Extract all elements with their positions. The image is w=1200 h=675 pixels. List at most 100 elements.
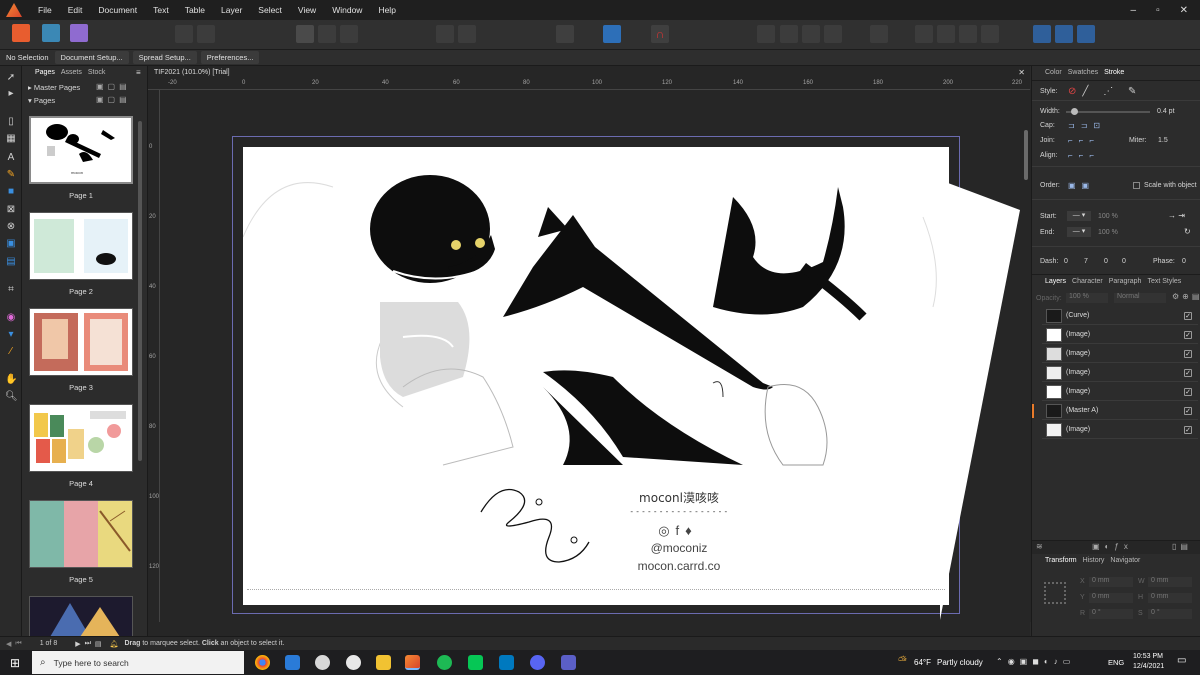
visibility-checkbox[interactable]: ✓	[1184, 425, 1192, 434]
tab-navigator[interactable]: Navigator	[1107, 557, 1143, 564]
end-arrowhead-dropdown[interactable]: — ▾	[1067, 227, 1091, 237]
page-spread[interactable]: moconl漠咳咳 - - - - - - - - - - - - - - - …	[242, 147, 949, 605]
miter-value[interactable]: 1.5	[1158, 137, 1168, 144]
frame-icon[interactable]	[603, 25, 621, 43]
weather-temp[interactable]: 64°F	[914, 658, 931, 667]
tab-swatches[interactable]: Swatches	[1065, 69, 1101, 76]
place-image-tool-icon[interactable]: ▣	[5, 238, 17, 250]
spread-icon[interactable]: ▤	[91, 640, 102, 648]
h-field[interactable]: 0 mm	[1148, 593, 1192, 603]
eyedropper-icon[interactable]: ⁄	[5, 346, 17, 358]
toolbar-button[interactable]	[981, 25, 999, 43]
prev-page-icon[interactable]: ◀	[0, 640, 11, 648]
toolbar-button[interactable]	[436, 25, 454, 43]
language-indicator[interactable]: ENG	[1108, 658, 1124, 667]
blend-mode-dropdown[interactable]: Normal	[1114, 293, 1166, 303]
dash-value[interactable]: 0	[1064, 258, 1068, 265]
tab-color[interactable]: Color	[1042, 69, 1065, 76]
toolbar-button[interactable]	[175, 25, 193, 43]
collapse-arrow-icon[interactable]: ▾	[28, 96, 32, 105]
order-icons[interactable]: ▣▣	[1068, 181, 1095, 190]
width-value[interactable]: 0.4 pt	[1157, 108, 1175, 115]
tab-history[interactable]: History	[1080, 557, 1108, 564]
master-pages-label[interactable]: Master Pages	[34, 83, 80, 92]
page-thumbnail[interactable]: mocon	[29, 116, 133, 184]
clock-date[interactable]: 12/4/2021	[1133, 663, 1164, 670]
page-icon[interactable]	[296, 25, 314, 43]
menu-table[interactable]: Table	[177, 5, 213, 15]
tab-transform[interactable]: Transform	[1042, 557, 1080, 564]
arrange-icon[interactable]	[1077, 25, 1095, 43]
visibility-checkbox[interactable]: ✓	[1184, 406, 1192, 415]
spotify-icon[interactable]	[437, 655, 452, 670]
crop-tool-icon[interactable]: ⌗	[5, 284, 17, 296]
frame-text-tool-icon[interactable]: ▯	[5, 116, 17, 128]
weather-desc[interactable]: Partly cloudy	[937, 658, 983, 667]
minimize-icon[interactable]: –	[1131, 5, 1137, 16]
page-thumbnail[interactable]	[29, 308, 133, 376]
vertical-ruler[interactable]: 0 20 40 60 80 100 120	[148, 90, 160, 622]
page-thumbnail[interactable]	[29, 404, 133, 472]
designer-persona-icon[interactable]	[70, 24, 88, 42]
last-page-icon[interactable]: ⏭	[81, 640, 91, 648]
photo-persona-icon[interactable]	[42, 24, 60, 42]
join-icons[interactable]: ⌐⌐⌐	[1068, 136, 1100, 145]
close-icon[interactable]: ✕	[1180, 5, 1188, 16]
menu-layer[interactable]: Layer	[213, 5, 250, 15]
width-slider-handle[interactable]	[1071, 108, 1078, 115]
visibility-checkbox[interactable]: ✓	[1184, 349, 1192, 358]
close-document-icon[interactable]: ✕	[1018, 68, 1025, 77]
arrange-icon[interactable]	[1055, 25, 1073, 43]
toolbar-button[interactable]	[340, 25, 358, 43]
trello-icon[interactable]	[499, 655, 514, 670]
transparency-tool-icon[interactable]: ▤	[5, 256, 17, 268]
zoom-tool-icon[interactable]: 🔍︎	[5, 391, 18, 403]
move-tool-icon[interactable]: ➚	[5, 72, 17, 84]
hand-tool-icon[interactable]: ✋	[5, 374, 17, 386]
notification-bell-icon[interactable]: 🔔︎	[102, 640, 119, 648]
page-thumbnail[interactable]	[29, 212, 133, 280]
toolbar-button[interactable]	[802, 25, 820, 43]
visibility-checkbox[interactable]: ✓	[1184, 311, 1192, 320]
weather-icon[interactable]: ⛅︎	[898, 655, 907, 668]
arrow-swap-icon[interactable]: → ⇥	[1168, 211, 1185, 220]
document-tab-title[interactable]: TIF2021 (101.0%) [Trial]	[148, 69, 230, 76]
document-canvas[interactable]: moconl漠咳咳 - - - - - - - - - - - - - - - …	[160, 90, 1022, 622]
rotation-field[interactable]: 0 °	[1089, 609, 1133, 619]
layer-row[interactable]: (Image) ✓	[1042, 421, 1198, 439]
pen-tool-icon[interactable]: ✎	[5, 169, 17, 181]
shear-field[interactable]: 0 °	[1148, 609, 1192, 619]
vertical-scrollbar-track[interactable]	[1022, 90, 1031, 622]
system-tray-icons[interactable]: ⌃◉▣◼◐♪▭	[996, 657, 1075, 666]
end-scale[interactable]: 100 %	[1098, 229, 1118, 236]
phase-value[interactable]: 0	[1182, 258, 1186, 265]
toolbar-button[interactable]	[757, 25, 775, 43]
layer-row[interactable]: (Image) ✓	[1042, 364, 1198, 382]
layer-name[interactable]: (Curve)	[1066, 312, 1184, 319]
expand-arrow-icon[interactable]: ▸	[28, 83, 32, 92]
layer-name[interactable]: (Image)	[1066, 350, 1184, 357]
layer-name[interactable]: (Image)	[1066, 369, 1184, 376]
scale-with-object-checkbox[interactable]	[1133, 182, 1140, 189]
add-delete-layer-icons[interactable]: ▯▤	[1172, 542, 1192, 551]
layer-row[interactable]: (Image) ✓	[1042, 383, 1198, 401]
page-actions-icons[interactable]: ▣▢▤	[96, 95, 131, 104]
tab-assets[interactable]: Assets	[58, 69, 85, 76]
page-indicator[interactable]: 1 of 8	[22, 640, 58, 647]
panel-menu-icon[interactable]: ≡	[136, 68, 141, 77]
visibility-checkbox[interactable]: ✓	[1184, 368, 1192, 377]
pages-scrollbar[interactable]	[138, 121, 142, 461]
app-icon[interactable]	[315, 655, 330, 670]
toolbar-button[interactable]	[937, 25, 955, 43]
affinity-publisher-taskbar-icon[interactable]	[405, 655, 420, 670]
visibility-checkbox[interactable]: ✓	[1184, 387, 1192, 396]
ellipse-frame-tool-icon[interactable]: ⊗	[5, 221, 17, 233]
tab-layers[interactable]: Layers	[1042, 278, 1069, 285]
cap-icons[interactable]: ⊐⊐⊡	[1068, 121, 1106, 130]
stroke-style-icons[interactable]: ⊘╱ ⋰ ✎	[1068, 86, 1142, 97]
spread-setup-button[interactable]: Spread Setup...	[132, 51, 197, 64]
page-actions-icons[interactable]: ▣▢▤	[96, 82, 131, 91]
align-icons[interactable]: ⌐⌐⌐	[1068, 151, 1100, 160]
tab-text-styles[interactable]: Text Styles	[1144, 278, 1184, 285]
color-picker-icon[interactable]: ◉	[5, 312, 17, 324]
